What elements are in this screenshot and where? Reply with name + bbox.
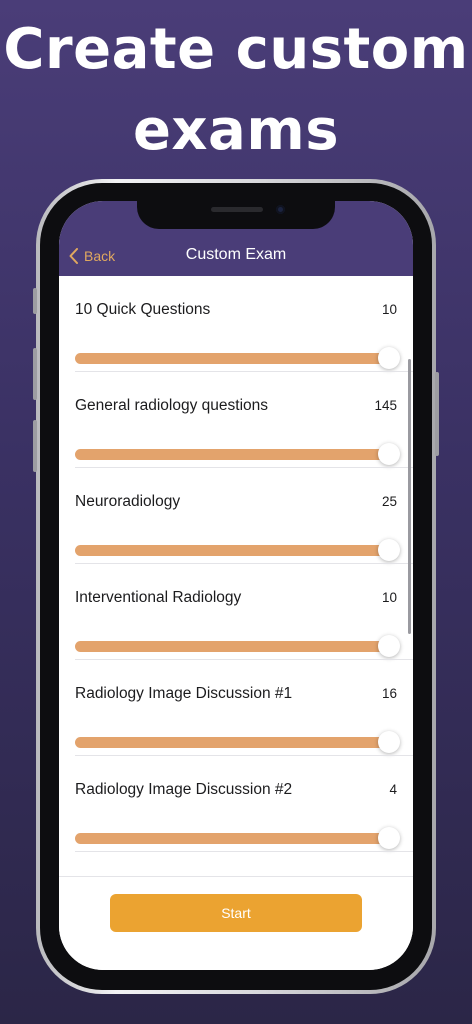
slider-track[interactable] — [75, 449, 397, 460]
speaker-grille — [211, 207, 263, 212]
app-screen: Back Custom Exam 10 Quick Questions 10 G… — [59, 201, 413, 970]
category-label: Neuroradiology — [75, 493, 181, 510]
headline-line-1: Create custom — [3, 17, 469, 82]
question-count: 16 — [381, 686, 397, 701]
slider-thumb[interactable] — [378, 827, 400, 849]
slider-track[interactable] — [75, 353, 397, 364]
volume-up-button — [33, 348, 37, 400]
page-title: Custom Exam — [185, 246, 287, 263]
question-count: 10 — [381, 590, 397, 605]
notch — [137, 197, 335, 229]
category-label: Radiology Image Discussion #2 — [75, 781, 293, 798]
scrollbar[interactable] — [408, 359, 411, 634]
category-label: Interventional Radiology — [75, 589, 242, 606]
question-count: 145 — [374, 398, 397, 413]
question-count: 10 — [381, 302, 397, 317]
list-item: Radiology Image Discussion #2 4 — [59, 756, 413, 852]
start-button[interactable]: Start — [110, 894, 362, 932]
slider-track[interactable] — [75, 833, 397, 844]
slider-track[interactable] — [75, 737, 397, 748]
slider-thumb[interactable] — [378, 443, 400, 465]
slider-thumb[interactable] — [378, 539, 400, 561]
list-item: Neuroradiology 25 — [59, 468, 413, 564]
question-count: 25 — [381, 494, 397, 509]
silent-switch — [33, 288, 37, 314]
question-count: 4 — [389, 782, 397, 797]
slider-thumb[interactable] — [378, 635, 400, 657]
list-item: General radiology questions 145 — [59, 372, 413, 468]
slider-track[interactable] — [75, 641, 397, 652]
list-item: Radiology Image Discussion #1 16 — [59, 660, 413, 756]
power-button — [435, 372, 439, 456]
headline-line-2: exams — [132, 98, 340, 163]
slider-thumb[interactable] — [378, 347, 400, 369]
list-item: Interventional Radiology 10 — [59, 564, 413, 660]
divider — [75, 851, 413, 852]
volume-down-button — [33, 420, 37, 472]
footer: Start — [59, 876, 413, 970]
category-list[interactable]: 10 Quick Questions 10 General radiology … — [59, 276, 413, 876]
category-label: General radiology questions — [75, 397, 269, 414]
slider-thumb[interactable] — [378, 731, 400, 753]
front-camera — [276, 205, 285, 214]
slider-track[interactable] — [75, 545, 397, 556]
list-item: 10 Quick Questions 10 — [59, 276, 413, 372]
category-label: 10 Quick Questions — [75, 301, 211, 318]
category-label: Radiology Image Discussion #1 — [75, 685, 293, 702]
